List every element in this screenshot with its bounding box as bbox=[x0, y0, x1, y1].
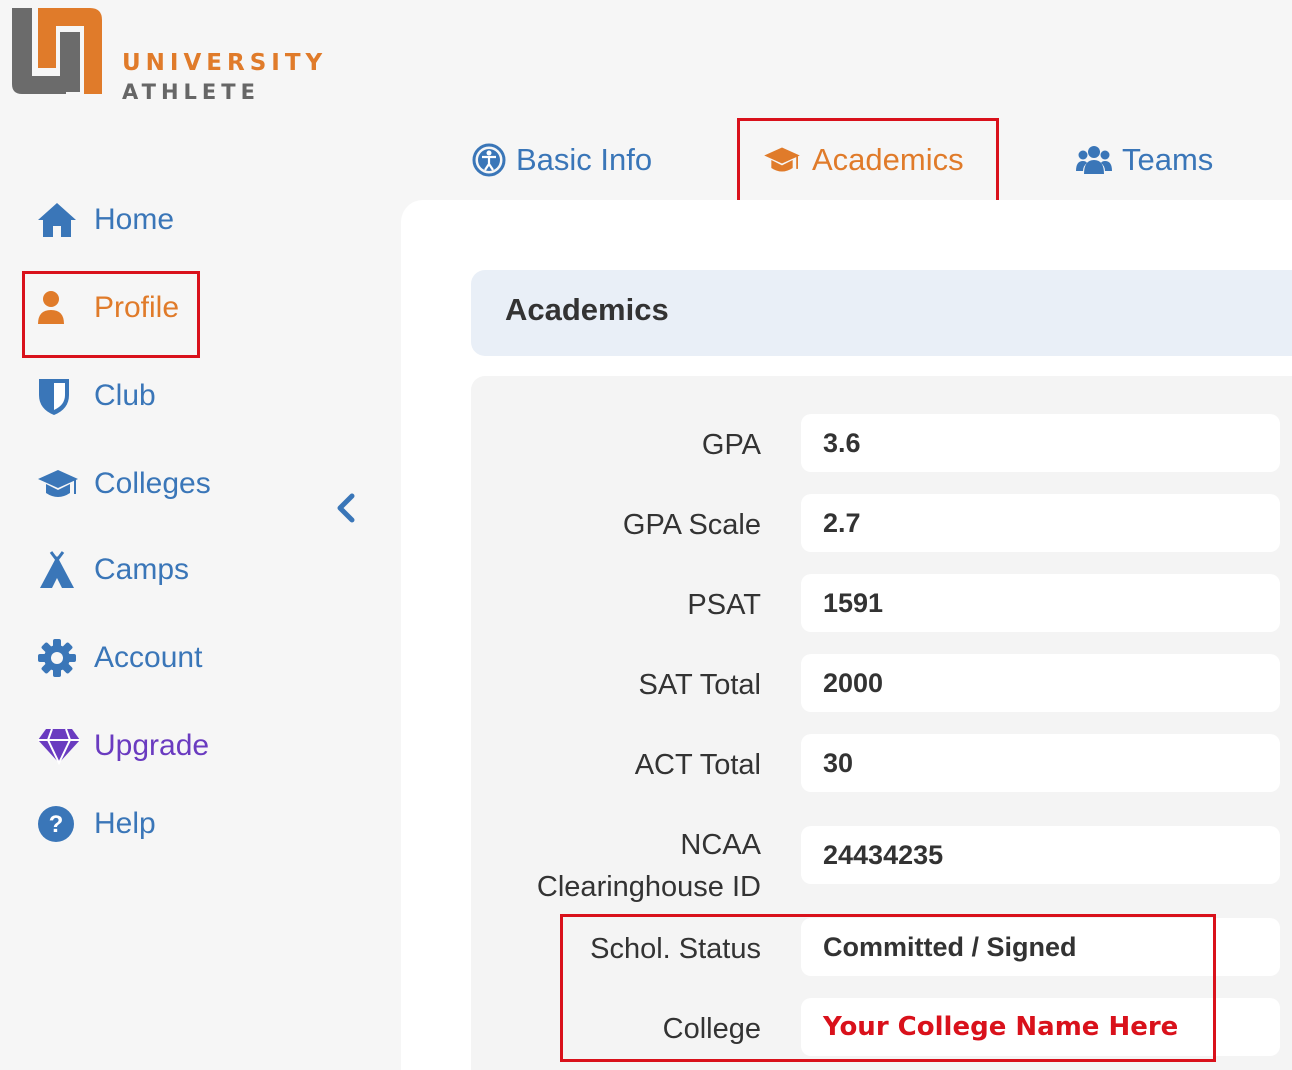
sidebar-item-label: Account bbox=[94, 641, 203, 674]
gpa-label: GPA bbox=[701, 429, 761, 461]
gem-icon bbox=[36, 723, 82, 769]
shield-icon bbox=[36, 373, 82, 419]
sidebar-item-profile[interactable]: Profile bbox=[36, 284, 179, 332]
tent-icon bbox=[36, 547, 82, 593]
ncaa-label-line2: Clearinghouse ID bbox=[536, 871, 761, 903]
sidebar-item-home[interactable]: Home bbox=[36, 196, 174, 244]
scholarship-highlight-box bbox=[560, 914, 1216, 1062]
sidebar-item-upgrade[interactable]: Upgrade bbox=[36, 722, 209, 770]
section-title: Academics bbox=[505, 292, 669, 327]
sidebar-item-label: Home bbox=[94, 203, 175, 236]
ncaa-clearinghouse-id-field[interactable]: 24434235 bbox=[801, 826, 1280, 884]
tab-label: Teams bbox=[1122, 142, 1214, 177]
tab-teams[interactable]: Teams bbox=[1076, 138, 1213, 182]
gpa-field[interactable]: 3.6 bbox=[801, 414, 1280, 472]
logo-text-athlete: ATHLETE bbox=[122, 80, 260, 104]
gpa-scale-label: GPA Scale bbox=[622, 509, 761, 541]
svg-text:?: ? bbox=[49, 811, 64, 838]
sidebar-item-label: Profile bbox=[94, 291, 180, 324]
act-total-label: ACT Total bbox=[634, 749, 761, 781]
sidebar-item-camps[interactable]: Camps bbox=[36, 546, 189, 594]
sidebar-item-label: Club bbox=[94, 379, 156, 412]
sidebar-item-label: Upgrade bbox=[94, 729, 210, 762]
graduation-cap-icon bbox=[36, 461, 82, 507]
tab-academics[interactable]: Academics bbox=[762, 138, 964, 182]
gpa-scale-field[interactable]: 2.7 bbox=[801, 494, 1280, 552]
sidebar-item-help[interactable]: ? Help bbox=[36, 800, 156, 848]
university-athlete-logo[interactable]: UNIVERSITY ATHLETE bbox=[10, 6, 330, 104]
ncaa-label-line1: NCAA bbox=[680, 829, 761, 861]
psat-field[interactable]: 1591 bbox=[801, 574, 1280, 632]
psat-label: PSAT bbox=[687, 589, 761, 621]
accessibility-icon bbox=[472, 143, 506, 177]
tab-label: Academics bbox=[812, 142, 964, 177]
user-icon bbox=[36, 285, 82, 331]
sidebar-item-label: Camps bbox=[94, 553, 190, 586]
logo-mark-icon bbox=[12, 8, 102, 94]
sat-total-label: SAT Total bbox=[638, 669, 761, 701]
users-icon bbox=[1076, 144, 1112, 176]
tab-label: Basic Info bbox=[516, 142, 653, 177]
gear-icon bbox=[36, 635, 82, 681]
home-icon bbox=[36, 197, 82, 243]
sidebar-item-account[interactable]: Account bbox=[36, 634, 202, 682]
sat-total-field[interactable]: 2000 bbox=[801, 654, 1280, 712]
tab-basic-info[interactable]: Basic Info bbox=[472, 138, 652, 182]
sidebar-item-label: Colleges bbox=[94, 467, 211, 500]
logo-text-university: UNIVERSITY bbox=[122, 50, 328, 76]
sidebar-item-label: Help bbox=[94, 807, 156, 840]
question-circle-icon: ? bbox=[36, 801, 82, 847]
chevron-left-icon[interactable] bbox=[332, 492, 360, 524]
act-total-field[interactable]: 30 bbox=[801, 734, 1280, 792]
sidebar-item-colleges[interactable]: Colleges bbox=[36, 460, 211, 508]
graduation-cap-icon bbox=[762, 144, 802, 176]
sidebar-item-club[interactable]: Club bbox=[36, 372, 156, 420]
